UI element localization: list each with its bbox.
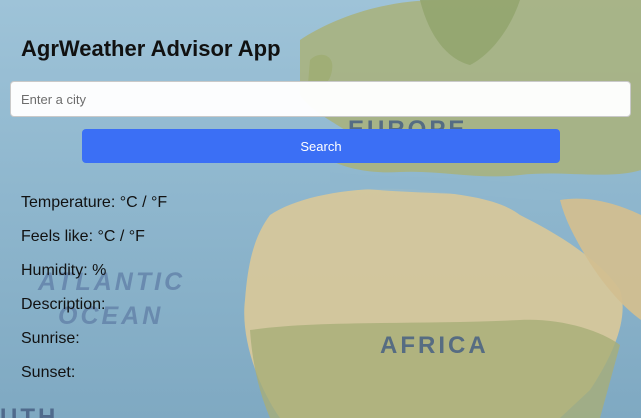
search-button[interactable]: Search [82, 129, 560, 163]
description-text: Description: [21, 296, 106, 313]
temperature-text: Temperature: °C / °F [21, 194, 168, 211]
sunrise-text: Sunrise: [21, 330, 80, 347]
sunset-text: Sunset: [21, 364, 76, 381]
humidity-text: Humidity: % [21, 262, 107, 279]
app-title: AgrWeather Advisor App [21, 36, 281, 61]
weather-app: AgrWeather Advisor App Search Temperatur… [0, 0, 641, 418]
city-search-input[interactable] [10, 81, 631, 117]
feels-like-text: Feels like: °C / °F [21, 228, 145, 245]
